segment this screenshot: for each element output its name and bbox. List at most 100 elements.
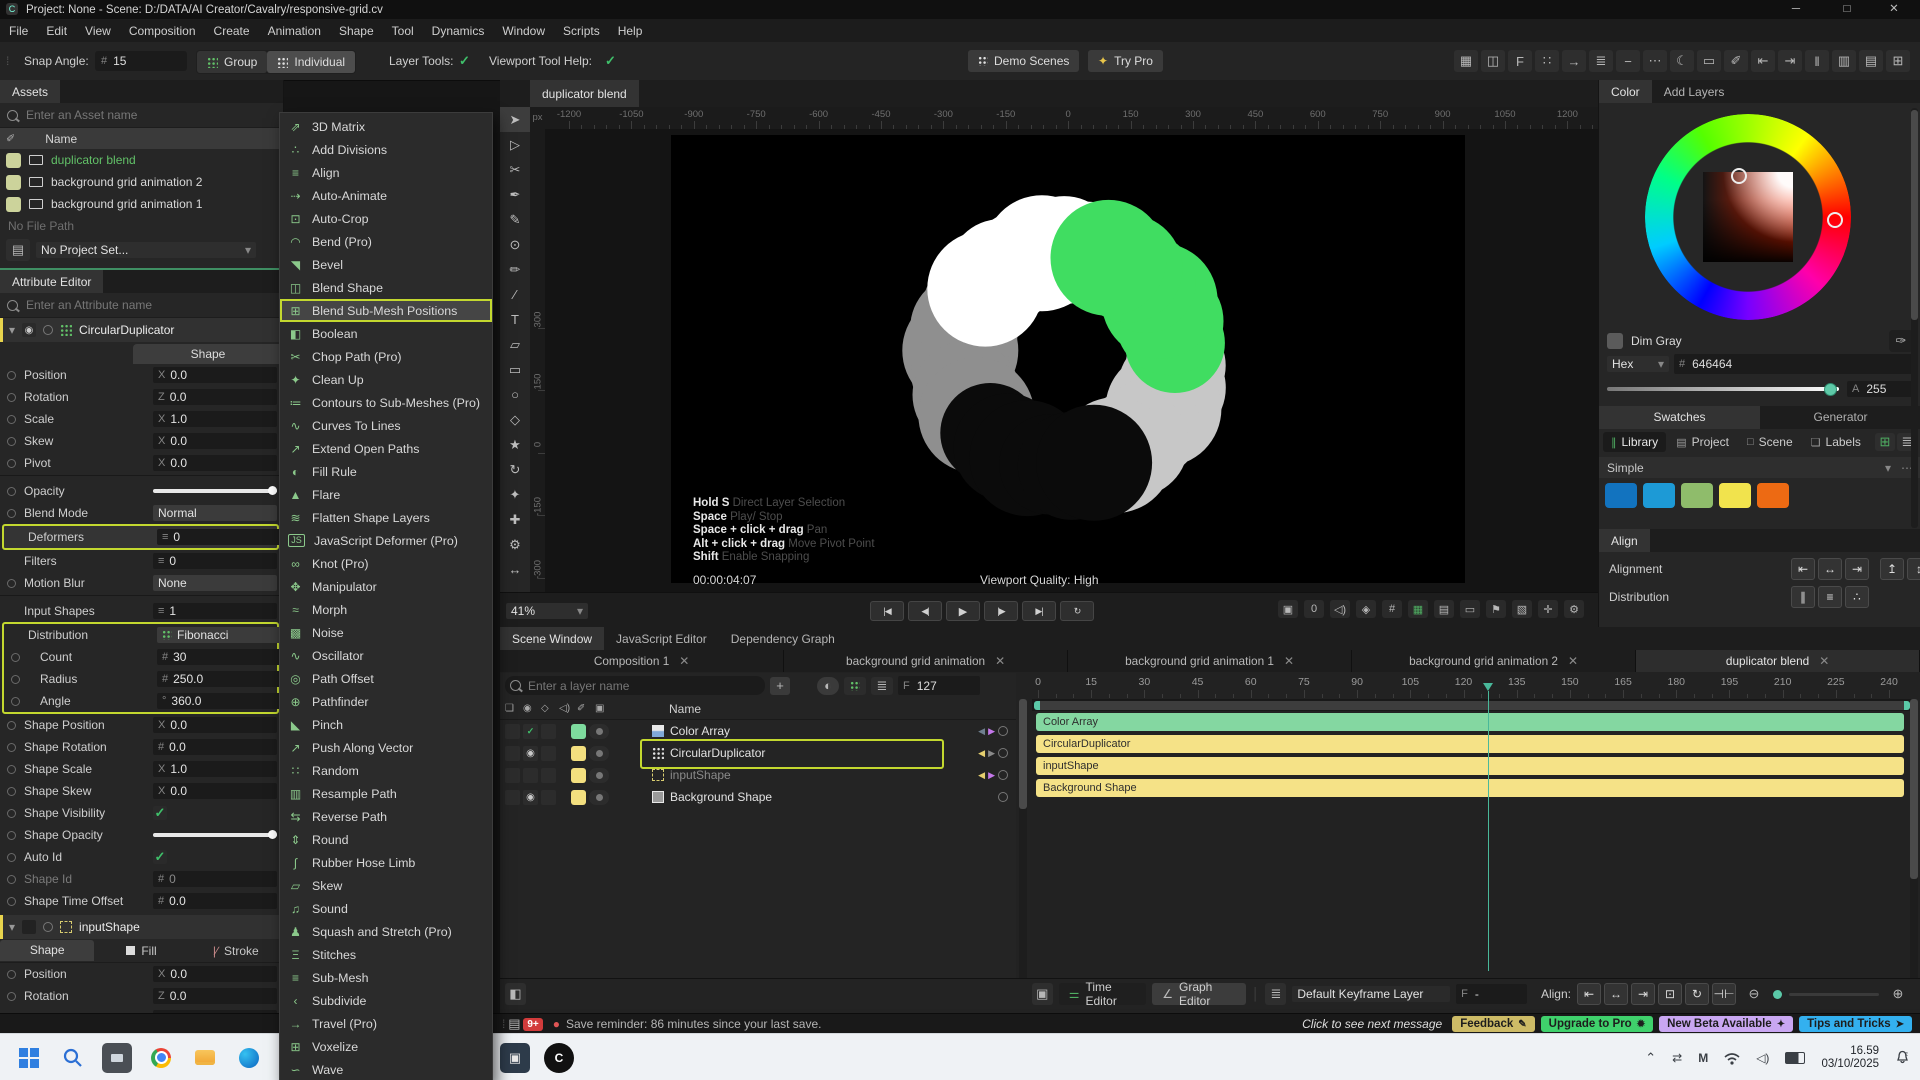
layer-visibility-toggle[interactable]: ◉ bbox=[523, 746, 538, 761]
brush-tool-icon[interactable]: ✎ bbox=[500, 207, 530, 232]
layers-icon[interactable]: ▧ bbox=[1512, 600, 1532, 618]
more-dots-icon[interactable]: ⋯ bbox=[1643, 50, 1667, 72]
keyframe-dot[interactable] bbox=[7, 415, 16, 424]
attr-field-input-shapes[interactable]: ≡1 bbox=[153, 603, 277, 619]
line-tool-icon[interactable]: ∕ bbox=[500, 282, 530, 307]
node-header-inputshape[interactable]: ▾ inputShape bbox=[0, 915, 283, 939]
menu-edit[interactable]: Edit bbox=[37, 19, 76, 42]
attr-field-shape-rotation[interactable]: #0.0 bbox=[153, 739, 277, 755]
menu-item-curves-to-lines[interactable]: ∿Curves To Lines bbox=[280, 414, 492, 437]
close-tab-icon[interactable]: ✕ bbox=[1568, 654, 1578, 668]
attribute-search[interactable] bbox=[0, 293, 283, 318]
graph-editor-button[interactable]: ∠ Graph Editor bbox=[1152, 983, 1246, 1005]
layer-list-scrollbar[interactable] bbox=[1019, 699, 1027, 989]
camera-tool-icon[interactable]: ⊙ bbox=[500, 232, 530, 257]
menu-composition[interactable]: Composition bbox=[120, 19, 205, 42]
comp-tab-background-grid-animation-2[interactable]: background grid animation 2✕ bbox=[1352, 650, 1636, 672]
tab-duplicator-blend[interactable]: duplicator blend bbox=[530, 80, 639, 107]
menu-item-path-offset[interactable]: ◎Path Offset bbox=[280, 667, 492, 690]
tab-generator[interactable]: Generator bbox=[1760, 406, 1920, 429]
menu-item-bend-pro[interactable]: ◠Bend (Pro) bbox=[280, 230, 492, 253]
rectangle-tool-icon[interactable]: ▭ bbox=[500, 357, 530, 382]
snap-angle-field[interactable]: # bbox=[95, 51, 187, 71]
hex-mode-select[interactable]: Hex▾ bbox=[1607, 356, 1669, 372]
direct-select-tool-icon[interactable]: ▷ bbox=[500, 132, 530, 157]
keyframe-dot[interactable] bbox=[7, 509, 16, 518]
keyframe-dot[interactable] bbox=[43, 922, 53, 932]
keyframe-layer-select[interactable]: Default Keyframe Layer bbox=[1292, 986, 1450, 1002]
layer-visibility-toggle[interactable]: ✓ bbox=[523, 724, 538, 739]
volume-icon[interactable]: ◁) bbox=[1756, 1051, 1769, 1065]
keyframe-dot[interactable] bbox=[7, 459, 16, 468]
snap-icon[interactable]: ✛ bbox=[1538, 600, 1558, 618]
keyframe-dot[interactable] bbox=[7, 897, 16, 906]
next-keyframe-icon[interactable]: ▶ bbox=[988, 726, 995, 737]
timeline-bar-inputshape[interactable]: inputShape bbox=[1036, 757, 1904, 775]
grid-small-icon[interactable]: ⊞ bbox=[1886, 50, 1910, 72]
swatch-4[interactable] bbox=[1719, 483, 1751, 508]
menu-item-wave[interactable]: ∽Wave bbox=[280, 1058, 492, 1080]
prev-keyframe-icon[interactable]: ◀ bbox=[978, 726, 985, 737]
layer-color-swatch[interactable] bbox=[571, 768, 586, 783]
messages-icon[interactable]: ▤ bbox=[505, 1013, 523, 1035]
picker-column-icon[interactable]: ✐ bbox=[577, 703, 595, 714]
tab-add-layers[interactable]: Add Layers bbox=[1652, 80, 1737, 103]
zoom-select[interactable]: 41% ▾ bbox=[506, 603, 588, 619]
keyframe-dot[interactable] bbox=[7, 992, 16, 1001]
menu-item-javascript-deformer-pro[interactable]: JSJavaScript Deformer (Pro) bbox=[280, 529, 492, 552]
menu-item-contours-to-sub-meshes-pro[interactable]: ≔Contours to Sub-Meshes (Pro) bbox=[280, 391, 492, 414]
menu-item-pathfinder[interactable]: ⊕Pathfinder bbox=[280, 690, 492, 713]
timeline-zoom-knob[interactable] bbox=[1773, 990, 1782, 999]
distribute-icon[interactable]: ‖ bbox=[1805, 50, 1829, 72]
attr-field-position[interactable]: X0.0 bbox=[153, 367, 277, 383]
pan-tool-icon[interactable]: ↔ bbox=[500, 557, 530, 582]
save-reminder-message[interactable]: Save reminder: 86 minutes since your las… bbox=[566, 1017, 821, 1031]
scissors-tool-icon[interactable]: ✂ bbox=[500, 157, 530, 182]
lock-column-icon[interactable]: ❏ bbox=[505, 703, 523, 714]
menu-item-sound[interactable]: ♫Sound bbox=[280, 897, 492, 920]
attr-field-filters[interactable]: ≡0 bbox=[153, 553, 277, 569]
export-arrow-icon[interactable]: → bbox=[1562, 50, 1586, 72]
swatch-group-header[interactable]: Simple ▾ ⋯ bbox=[1599, 457, 1920, 478]
keyframe-dot[interactable] bbox=[998, 770, 1008, 780]
menu-item-knot-pro[interactable]: ∞Knot (Pro) bbox=[280, 552, 492, 575]
menu-window[interactable]: Window bbox=[493, 19, 554, 42]
keyframe-dot[interactable] bbox=[998, 792, 1008, 802]
menu-item-noise[interactable]: ▩Noise bbox=[280, 621, 492, 644]
align-button-4[interactable]: ↕ bbox=[1907, 558, 1920, 580]
dots-grid-icon[interactable]: ∷ bbox=[1535, 50, 1559, 72]
inputshape-tab-fill[interactable]: Fill bbox=[94, 944, 188, 958]
timeline-scrollbar[interactable] bbox=[1910, 699, 1918, 989]
wifi-icon[interactable] bbox=[1724, 1051, 1740, 1065]
viewport-settings-icon[interactable]: ⚙ bbox=[1564, 600, 1584, 618]
timeline[interactable]: 0153045607590105120135150165180195210225… bbox=[1032, 673, 1912, 978]
keyframe-dot[interactable] bbox=[7, 787, 16, 796]
attr-field-shape-skew[interactable]: X0.0 bbox=[153, 783, 277, 799]
menu-item-clean-up[interactable]: ✦Clean Up bbox=[280, 368, 492, 391]
editor-mode-icon[interactable]: ▣ bbox=[1032, 983, 1053, 1005]
comp-tab-composition-1[interactable]: Composition 1✕ bbox=[500, 650, 784, 672]
menu-item-random[interactable]: ∷Random bbox=[280, 759, 492, 782]
node-header-circularduplicator[interactable]: ▾ ◉ CircularDuplicator bbox=[0, 318, 283, 342]
swatch-2[interactable] bbox=[1643, 483, 1675, 508]
attr-checkbox-auto-id[interactable]: ✓ bbox=[153, 850, 167, 864]
menu-shape[interactable]: Shape bbox=[330, 19, 383, 42]
menu-item-manipulator[interactable]: ✥Manipulator bbox=[280, 575, 492, 598]
go-to-start-button[interactable]: |◀ bbox=[870, 601, 904, 621]
close-tab-icon[interactable]: ✕ bbox=[679, 654, 689, 668]
attr-checkbox-shape-visibility[interactable]: ✓ bbox=[153, 806, 167, 820]
attr-field-skew[interactable]: X0.0 bbox=[153, 433, 277, 449]
grid-view-icon[interactable]: ⊞ bbox=[1875, 433, 1895, 451]
text-tool-icon[interactable]: T bbox=[500, 307, 530, 332]
project-select[interactable]: No Project Set... ▾ bbox=[36, 242, 256, 258]
battery-icon[interactable] bbox=[1785, 1052, 1805, 1064]
select-tool-icon[interactable]: ➤ bbox=[500, 107, 530, 132]
footer-align-button-4[interactable]: ↻ bbox=[1685, 983, 1709, 1005]
filter-list-icon[interactable]: ≣ bbox=[871, 677, 893, 695]
flag-icon[interactable]: ⚑ bbox=[1486, 600, 1506, 618]
sparkle-tool-icon[interactable]: ✦ bbox=[500, 482, 530, 507]
close-button[interactable]: ✕ bbox=[1872, 0, 1916, 19]
pen-tablet-icon[interactable]: ✐ bbox=[1724, 50, 1748, 72]
pencil-tool-icon[interactable]: ✏ bbox=[500, 257, 530, 282]
menu-dynamics[interactable]: Dynamics bbox=[423, 19, 494, 42]
